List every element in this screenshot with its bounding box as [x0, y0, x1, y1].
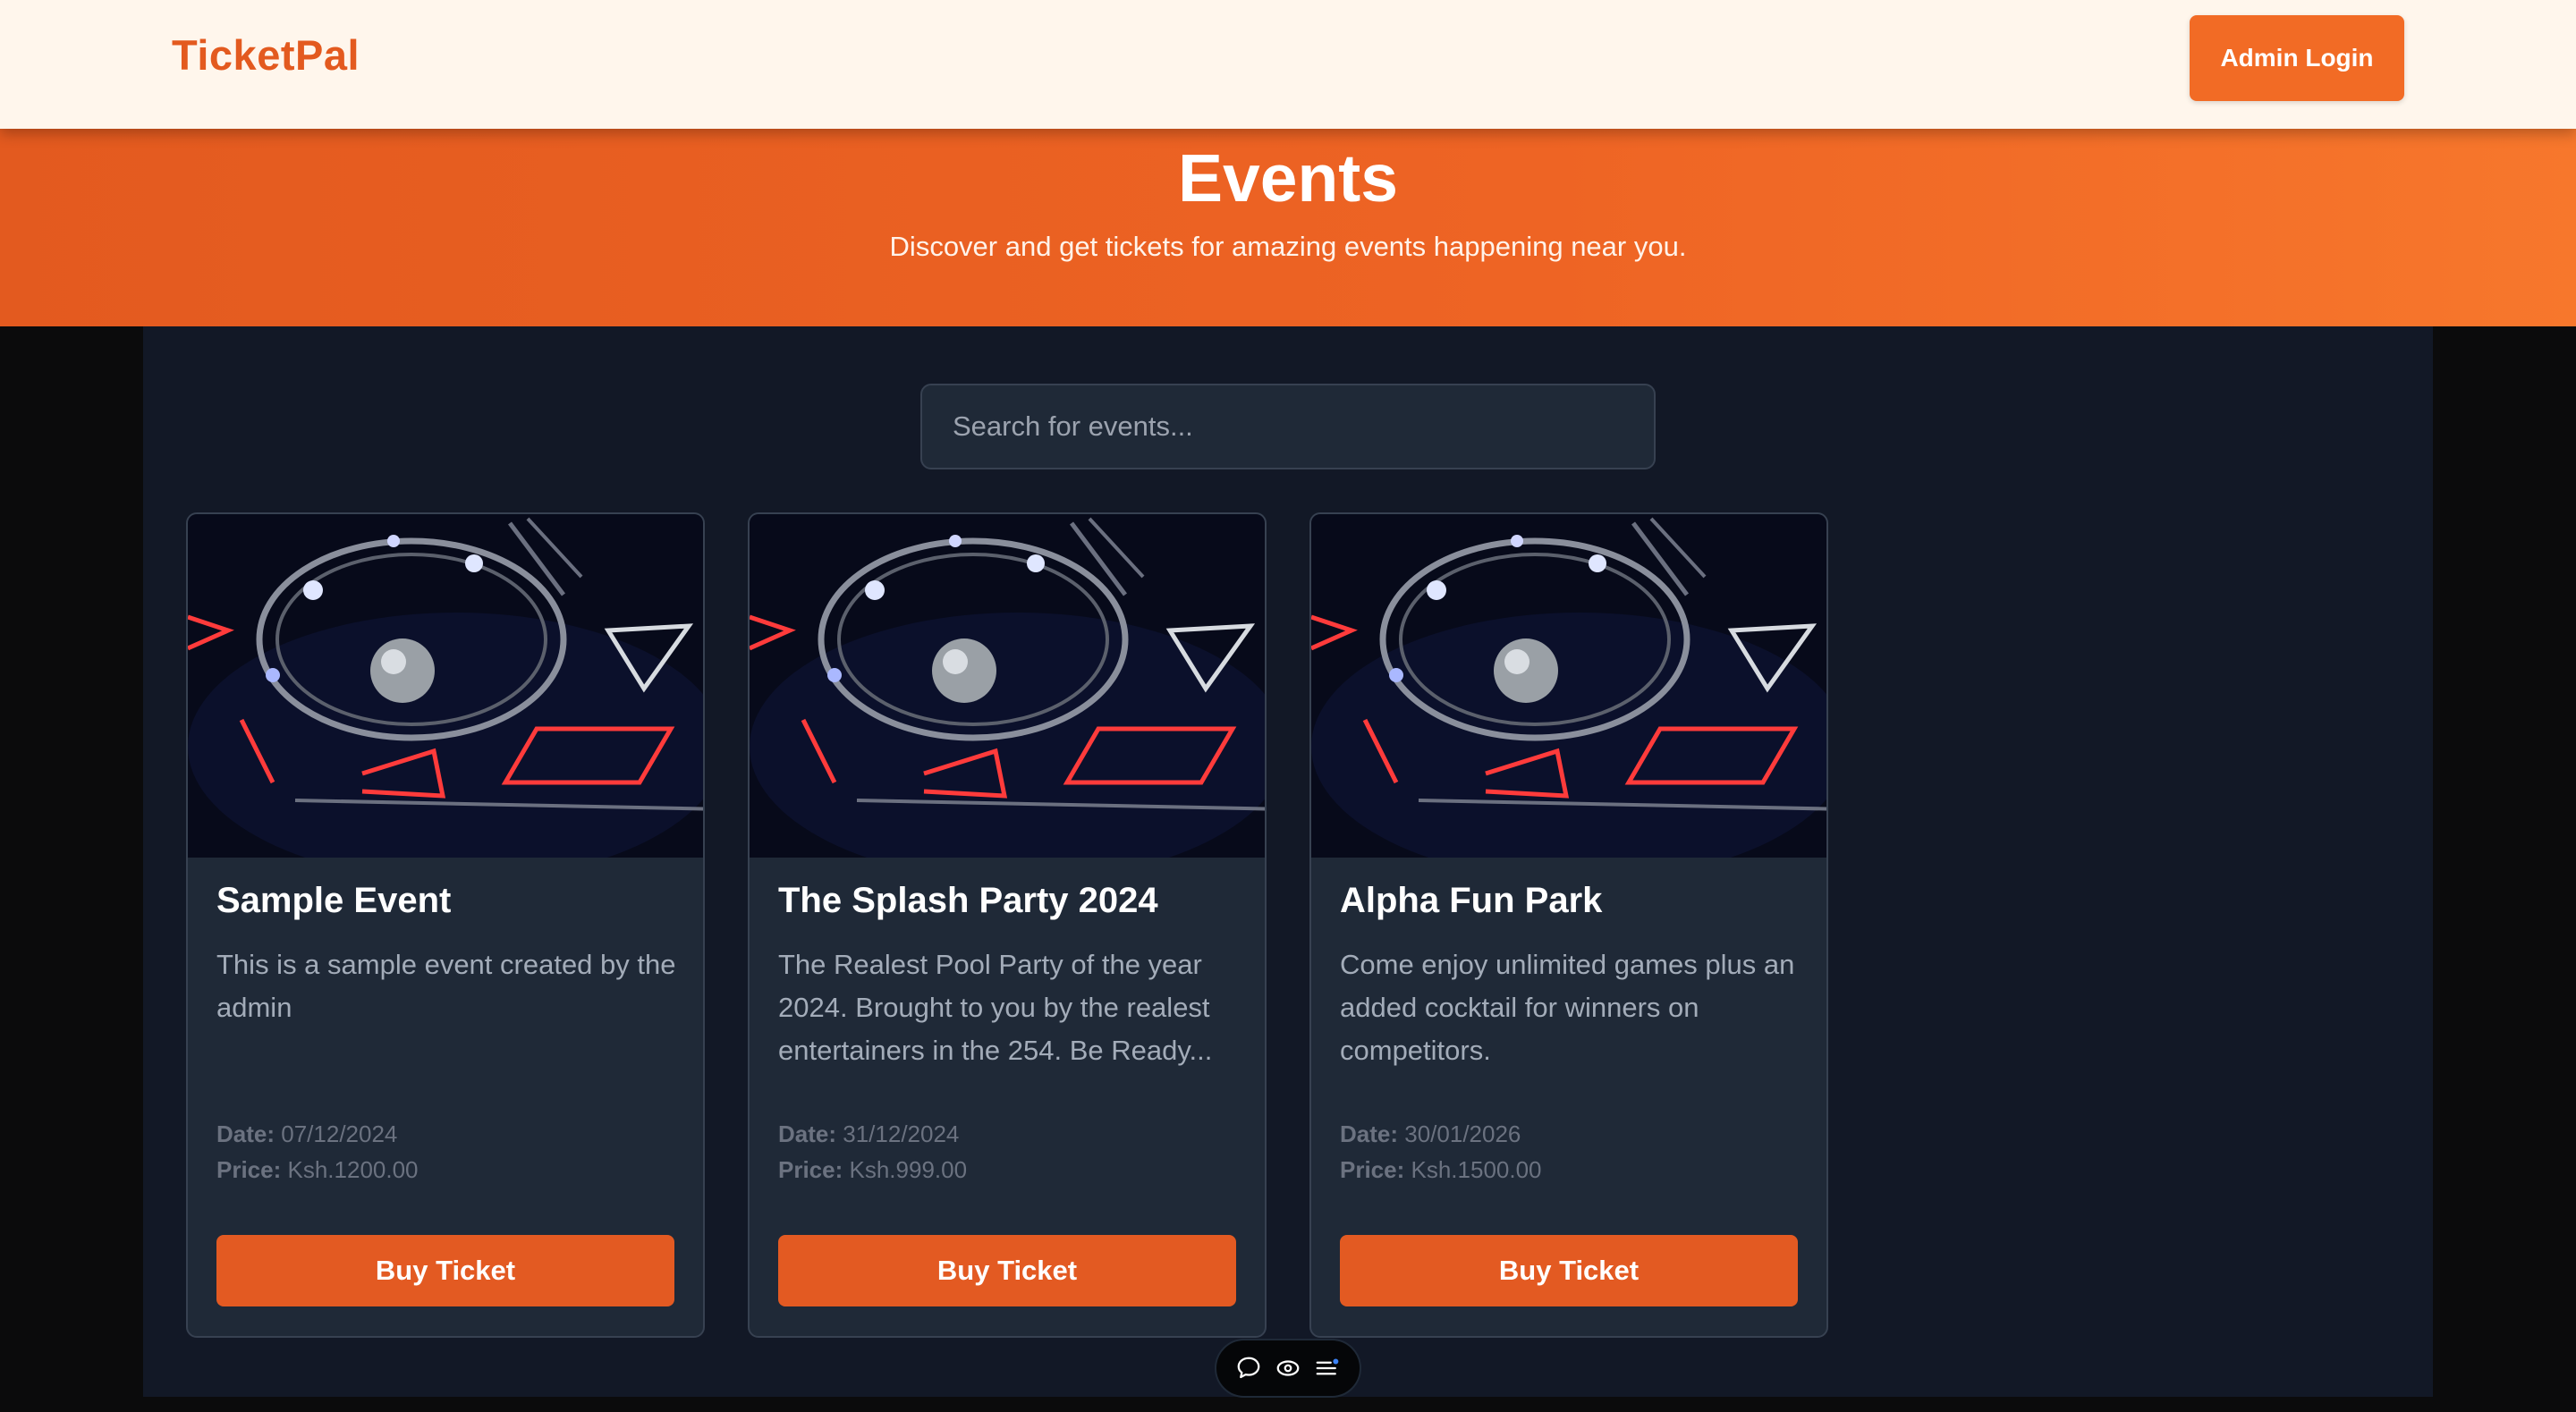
event-description: The Realest Pool Party of the year 2024.… — [778, 949, 1213, 1066]
event-price: Price: Ksh.999.00 — [778, 1156, 968, 1183]
buy-ticket-button[interactable]: Buy Ticket — [778, 1235, 1236, 1306]
floating-toolbar — [1215, 1339, 1361, 1398]
hero-banner: Events Discover and get tickets for amaz… — [0, 129, 2576, 326]
event-card: The Splash Party 2024 The Realest Pool P… — [748, 512, 1267, 1338]
event-image[interactable] — [188, 514, 703, 858]
event-title: Alpha Fun Park — [1340, 881, 1603, 920]
main-content: Sample Event This is a sample event crea… — [143, 326, 2433, 1397]
event-image[interactable] — [1311, 514, 1826, 858]
search-input[interactable] — [920, 384, 1656, 469]
chat-icon[interactable] — [1235, 1355, 1262, 1382]
event-date: Date: 30/01/2026 — [1340, 1120, 1521, 1147]
page-title: Events — [1178, 140, 1398, 216]
event-price: Price: Ksh.1200.00 — [216, 1156, 419, 1183]
event-image[interactable] — [750, 514, 1265, 858]
event-date: Date: 31/12/2024 — [778, 1120, 960, 1147]
buy-ticket-button[interactable]: Buy Ticket — [216, 1235, 674, 1306]
brand-logo[interactable]: TicketPal — [172, 30, 360, 80]
menu-icon[interactable] — [1314, 1355, 1341, 1382]
page-subtitle: Discover and get tickets for amazing eve… — [889, 231, 1687, 262]
event-title: The Splash Party 2024 — [778, 881, 1158, 920]
buy-ticket-button[interactable]: Buy Ticket — [1340, 1235, 1798, 1306]
event-description: Come enjoy unlimited games plus an added… — [1340, 949, 1795, 1066]
event-title: Sample Event — [216, 881, 452, 920]
event-price: Price: Ksh.1500.00 — [1340, 1156, 1542, 1183]
event-card: Alpha Fun Park Come enjoy unlimited game… — [1309, 512, 1828, 1338]
navbar: TicketPal Admin Login — [0, 0, 2576, 129]
eye-icon[interactable] — [1275, 1355, 1301, 1382]
event-card: Sample Event This is a sample event crea… — [186, 512, 705, 1338]
event-date: Date: 07/12/2024 — [216, 1120, 398, 1147]
admin-login-button[interactable]: Admin Login — [2190, 15, 2404, 101]
event-description: This is a sample event created by the ad… — [216, 949, 676, 1023]
